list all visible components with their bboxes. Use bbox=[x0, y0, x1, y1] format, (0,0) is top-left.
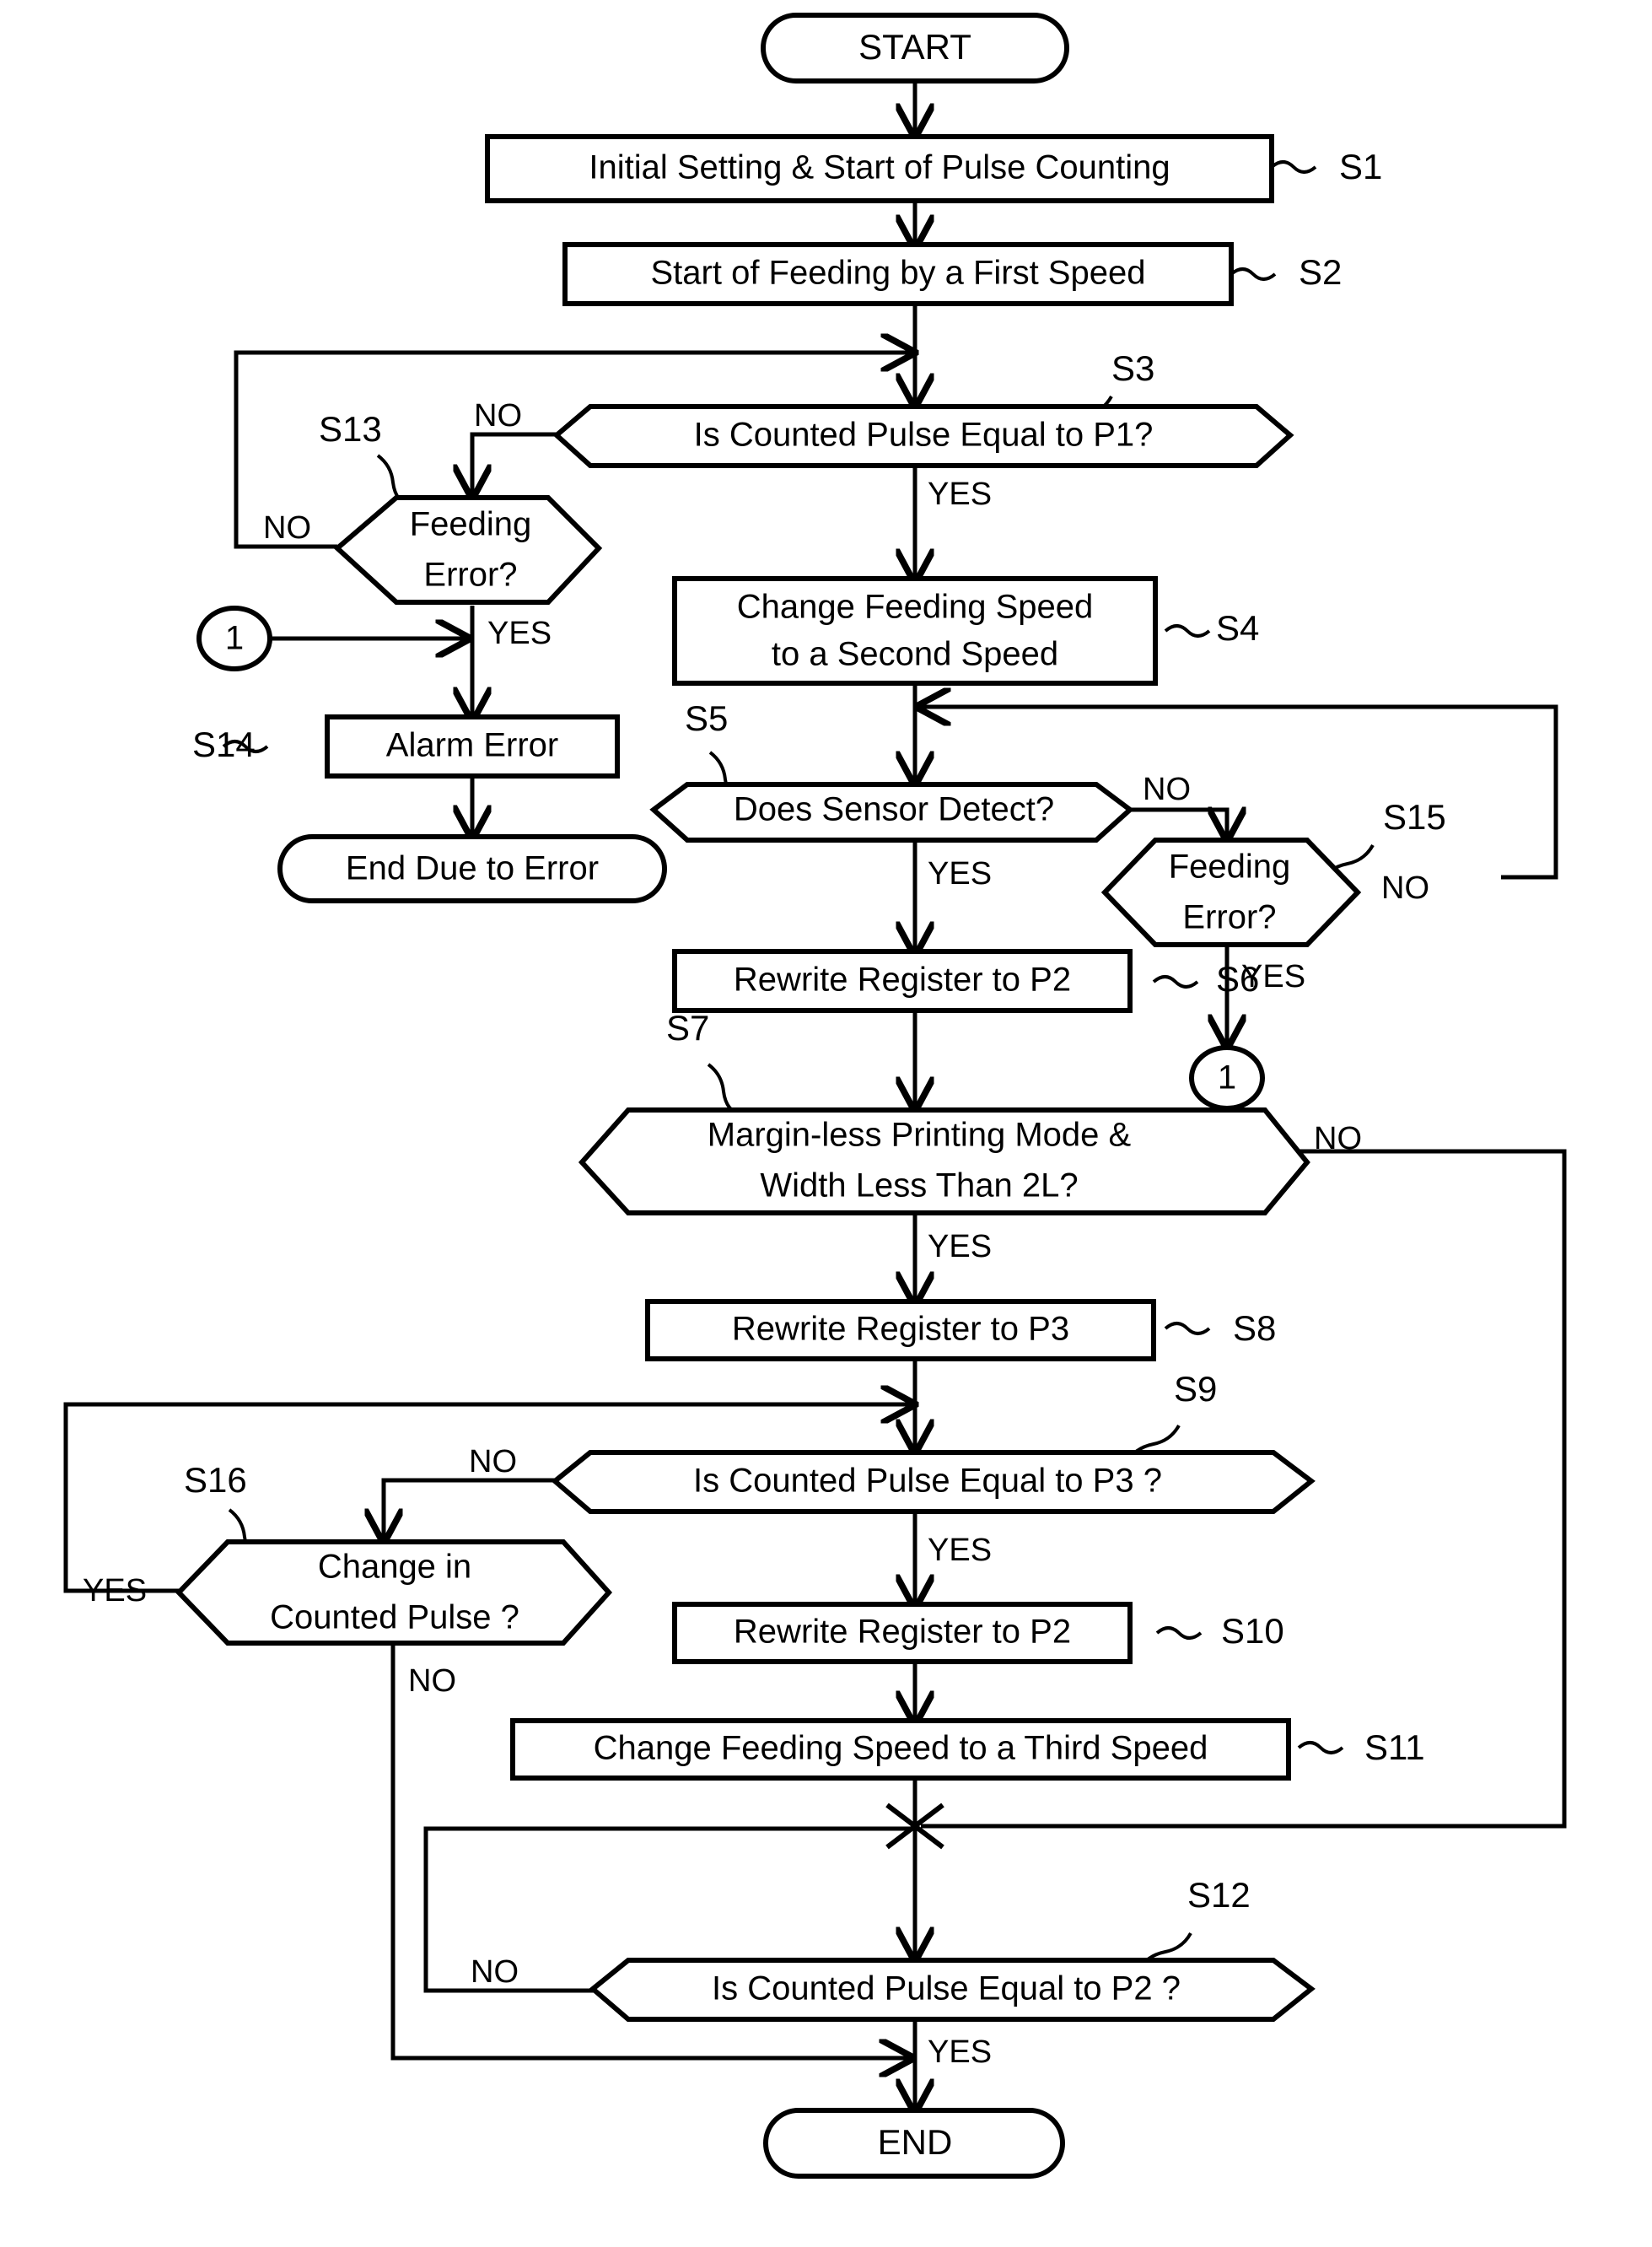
node-connector-b: 1 bbox=[1189, 1045, 1265, 1111]
node-end: END bbox=[763, 2108, 1065, 2179]
node-connector-a: 1 bbox=[196, 606, 272, 671]
node-s4-label-line2: to a Second Speed bbox=[772, 636, 1058, 673]
step-label-s3: S3 bbox=[1111, 348, 1154, 388]
node-s14: Alarm Error bbox=[325, 714, 620, 779]
node-s12-label: Is Counted Pulse Equal to P2 ? bbox=[712, 1970, 1181, 2007]
node-s13: Feeding Error? bbox=[333, 495, 603, 605]
node-connector-b-label: 1 bbox=[1218, 1059, 1236, 1097]
leader-s4 bbox=[1164, 624, 1211, 638]
step-label-s10: S10 bbox=[1221, 1611, 1284, 1651]
node-s8-label: Rewrite Register to P3 bbox=[732, 1311, 1069, 1348]
edge-s5-no-to-s15 bbox=[1130, 810, 1227, 837]
node-s6-label: Rewrite Register to P2 bbox=[734, 962, 1071, 999]
node-s12: Is Counted Pulse Equal to P2 ? bbox=[589, 1958, 1316, 2022]
step-label-s12: S12 bbox=[1187, 1875, 1251, 1915]
node-s2-label: Start of Feeding by a First Speed bbox=[651, 255, 1146, 292]
node-s4: Change Feeding Speed to a Second Speed bbox=[672, 576, 1158, 686]
node-s13-label-line2: Error? bbox=[423, 557, 517, 594]
node-s8: Rewrite Register to P3 bbox=[645, 1299, 1156, 1361]
step-label-s15: S15 bbox=[1383, 797, 1446, 837]
node-s16-label-line2: Counted Pulse ? bbox=[270, 1599, 519, 1636]
step-label-s4: S4 bbox=[1216, 608, 1259, 648]
edge-label-s5-no: NO bbox=[1143, 772, 1191, 807]
node-s15-label-line2: Error? bbox=[1182, 899, 1276, 936]
node-s2: Start of Feeding by a First Speed bbox=[562, 242, 1234, 306]
node-s5: Does Sensor Detect? bbox=[649, 782, 1134, 843]
edge-label-s3-no: NO bbox=[474, 398, 522, 434]
edge-s9-no-to-s16 bbox=[384, 1478, 557, 1538]
node-s15: Feeding Error? bbox=[1100, 838, 1362, 947]
edge-label-s7-no: NO bbox=[1314, 1121, 1362, 1156]
leader-s2 bbox=[1230, 267, 1277, 281]
edge-label-s5-yes: YES bbox=[928, 856, 992, 892]
node-error-end: End Due to Error bbox=[277, 834, 667, 903]
node-error-end-label: End Due to Error bbox=[346, 850, 599, 887]
node-s11: Change Feeding Speed to a Third Speed bbox=[510, 1718, 1291, 1781]
leader-s8 bbox=[1164, 1322, 1211, 1335]
edge-label-s12-yes: YES bbox=[928, 2034, 992, 2070]
step-label-s16: S16 bbox=[184, 1460, 247, 1500]
node-s9: Is Counted Pulse Equal to P3 ? bbox=[551, 1450, 1316, 1514]
node-connector-a-label: 1 bbox=[225, 620, 244, 657]
node-s4-label-line1: Change Feeding Speed bbox=[737, 589, 1094, 626]
node-start: START bbox=[761, 13, 1069, 84]
edge-label-s9-yes: YES bbox=[928, 1533, 992, 1568]
edge-label-s13-no: NO bbox=[263, 510, 311, 546]
step-label-s14: S14 bbox=[192, 725, 256, 764]
step-label-s1: S1 bbox=[1339, 147, 1382, 186]
edge-label-s3-yes: YES bbox=[928, 477, 992, 512]
step-label-s11: S11 bbox=[1364, 1727, 1425, 1767]
node-s14-label: Alarm Error bbox=[386, 727, 558, 764]
node-s11-label: Change Feeding Speed to a Third Speed bbox=[594, 1730, 1208, 1767]
edge-label-s13-yes: YES bbox=[487, 616, 552, 651]
node-s13-label-line1: Feeding bbox=[410, 506, 532, 543]
leader-s1 bbox=[1270, 160, 1317, 174]
edge-label-s16-no: NO bbox=[408, 1663, 456, 1699]
node-s16-label-line1: Change in bbox=[318, 1549, 471, 1586]
step-label-s13: S13 bbox=[319, 409, 382, 449]
step-label-s8: S8 bbox=[1233, 1308, 1276, 1348]
edge-label-s9-no: NO bbox=[469, 1444, 517, 1479]
step-label-s9: S9 bbox=[1174, 1369, 1217, 1409]
leader-s11 bbox=[1297, 1741, 1344, 1754]
edge-s3-no-to-s13 bbox=[472, 432, 557, 494]
node-s16: Change in Counted Pulse ? bbox=[175, 1539, 613, 1646]
node-s1-label: Initial Setting & Start of Pulse Countin… bbox=[589, 149, 1170, 186]
step-label-s7: S7 bbox=[666, 1008, 709, 1048]
node-s7-label-line1: Margin-less Printing Mode & bbox=[708, 1117, 1132, 1154]
node-s3-label: Is Counted Pulse Equal to P1? bbox=[694, 417, 1154, 454]
node-s1: Initial Setting & Start of Pulse Countin… bbox=[485, 134, 1274, 203]
node-s9-label: Is Counted Pulse Equal to P3 ? bbox=[693, 1463, 1162, 1500]
edge-label-s7-yes: YES bbox=[928, 1229, 992, 1264]
node-s7: Margin-less Printing Mode & Width Less T… bbox=[578, 1107, 1310, 1215]
node-s3: Is Counted Pulse Equal to P1? bbox=[552, 404, 1294, 468]
leader-s6 bbox=[1152, 975, 1199, 989]
node-s7-label-line2: Width Less Than 2L? bbox=[760, 1167, 1078, 1204]
step-label-s2: S2 bbox=[1299, 252, 1342, 292]
flowchart-svg: START Initial Setting & Start of Pulse C… bbox=[63, 13, 1567, 2179]
edge-label-s12-no: NO bbox=[471, 1954, 519, 1990]
leader-s10 bbox=[1155, 1626, 1203, 1640]
node-s15-label-line1: Feeding bbox=[1169, 849, 1291, 886]
node-s10: Rewrite Register to P2 bbox=[672, 1602, 1133, 1664]
flowchart-canvas: START Initial Setting & Start of Pulse C… bbox=[0, 0, 1652, 2247]
edge-label-s15-yes: YES bbox=[1241, 959, 1305, 994]
node-s10-label: Rewrite Register to P2 bbox=[734, 1614, 1071, 1651]
edge-label-s15-no: NO bbox=[1381, 870, 1429, 906]
node-s5-label: Does Sensor Detect? bbox=[734, 791, 1054, 828]
node-end-label: END bbox=[878, 2122, 953, 2162]
edge-label-s16-yes: YES bbox=[83, 1573, 147, 1608]
node-s6: Rewrite Register to P2 bbox=[672, 949, 1133, 1013]
node-start-label: START bbox=[858, 27, 971, 67]
step-label-s5: S5 bbox=[685, 698, 728, 738]
